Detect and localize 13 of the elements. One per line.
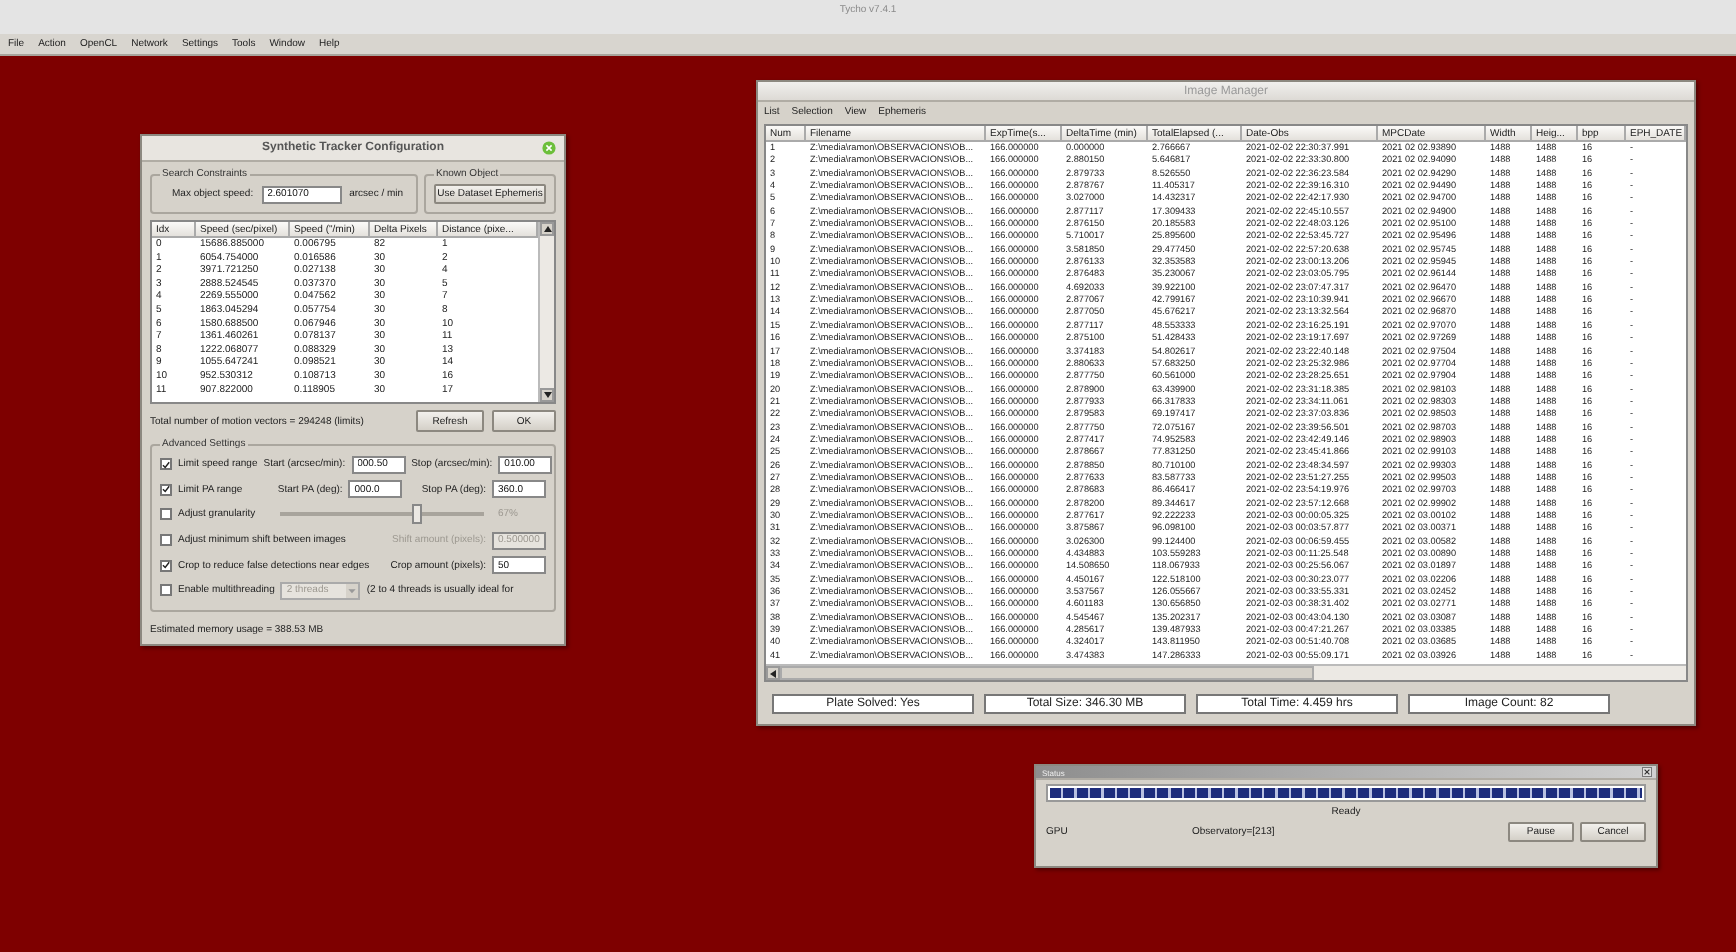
scrollbar[interactable]: [766, 664, 1686, 680]
checkbox[interactable]: [160, 508, 172, 521]
checkbox[interactable]: [160, 559, 172, 572]
scrollbar[interactable]: [538, 222, 554, 402]
checkbox[interactable]: [160, 584, 172, 597]
down-arrow-icon[interactable]: [543, 392, 551, 398]
up-arrow-icon[interactable]: [543, 226, 551, 232]
checkbox[interactable]: [160, 458, 172, 471]
checkbox[interactable]: [160, 534, 172, 547]
close-icon[interactable]: [1642, 767, 1652, 777]
left-arrow-icon[interactable]: [770, 669, 776, 677]
checkbox[interactable]: [160, 483, 172, 496]
slider-thumb[interactable]: [412, 504, 423, 525]
